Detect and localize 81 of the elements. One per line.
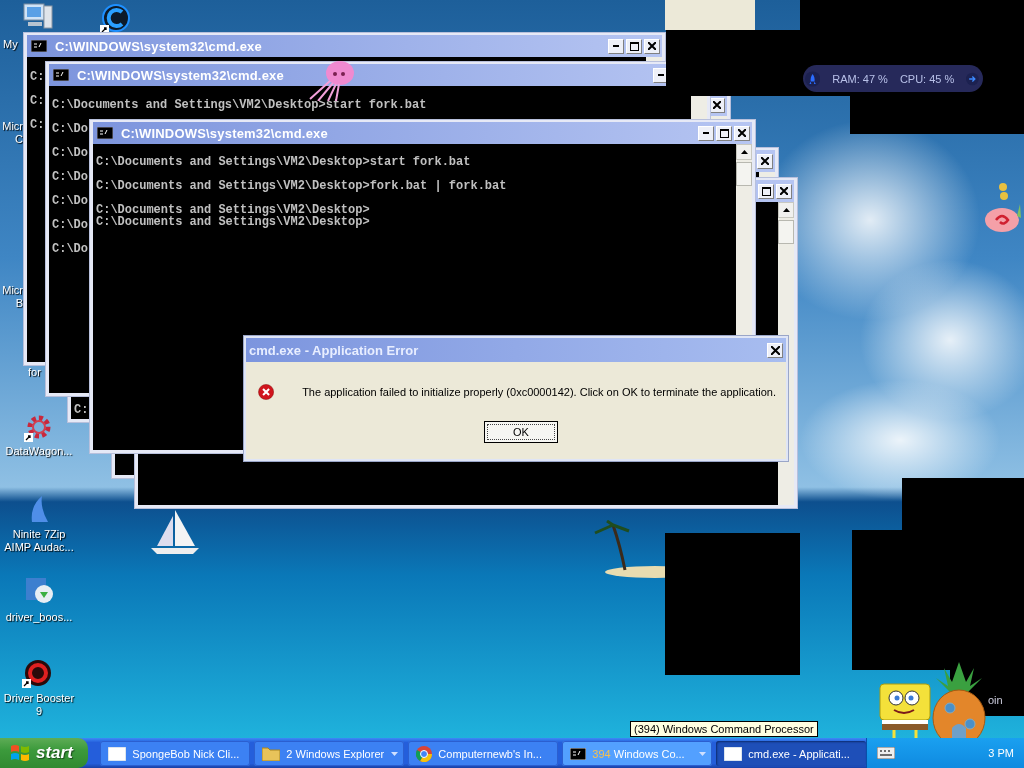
desktop-icon-label[interactable]: DataWagon... <box>0 445 78 458</box>
minimize-icon <box>658 74 664 76</box>
installer-icon[interactable] <box>24 576 56 606</box>
console-icon <box>53 69 69 81</box>
close-button[interactable] <box>776 183 792 199</box>
maximize-icon <box>719 128 729 138</box>
console-line: C:\Documents and Settings\VM2\Desktop>fork.bat | fork.bat <box>96 180 507 192</box>
close-icon <box>648 42 656 50</box>
console-line: C: <box>30 119 45 131</box>
taskbar-button[interactable]: Computernewb's In... <box>408 741 559 766</box>
dialog-title: cmd.exe - Application Error <box>249 342 419 358</box>
console-icon <box>97 127 113 139</box>
scroll-up-button[interactable] <box>736 144 752 160</box>
console-line: C:\Do <box>52 171 88 183</box>
window-icon <box>724 746 743 761</box>
window-title: C:\WINDOWS\system32\cmd.exe <box>55 38 262 54</box>
console-line: C:\Do <box>52 243 88 255</box>
close-icon <box>761 157 769 165</box>
tooltip: (394) Windows Command Processor <box>630 721 818 737</box>
scroll-up-arrow-icon <box>782 208 790 212</box>
console-line: C:\Documents and Settings\VM2\Desktop>start fork.bat <box>96 156 471 168</box>
close-button[interactable] <box>734 125 750 141</box>
ok-button[interactable]: OK <box>484 421 558 443</box>
close-icon <box>738 129 746 137</box>
maximize-button[interactable] <box>716 125 732 141</box>
close-icon <box>780 187 788 195</box>
taskbar-button[interactable]: SpongeBob Nick Cli... <box>100 741 251 766</box>
ram-usage: RAM: 47 % <box>832 72 888 85</box>
console-line: C:\Do <box>52 147 88 159</box>
console-line: C:\Documents and Settings\VM2\Desktop> <box>96 216 370 228</box>
desktop-icon-label[interactable]: My <box>3 38 23 51</box>
folder-icon <box>262 746 281 761</box>
cpu-usage: CPU: 45 % <box>899 72 955 85</box>
desktop-text: oin <box>988 694 1003 706</box>
taskbar-button[interactable]: cmd.exe - Applicati... <box>716 741 867 766</box>
maximize-icon <box>629 41 639 51</box>
desktop-icon-label[interactable]: Ninite 7Zip AIMP Audac... <box>0 528 78 554</box>
taskbar-button[interactable]: 2 Windows Explorer <box>254 741 405 766</box>
window-icon <box>108 746 127 761</box>
maximize-button[interactable] <box>758 183 774 199</box>
desktop-icon-label[interactable]: Micr B <box>0 284 23 310</box>
snail-drawing <box>984 182 1022 234</box>
console-icon <box>570 747 587 760</box>
close-icon <box>713 101 721 109</box>
minimize-icon <box>613 45 619 47</box>
desktop-icon-label[interactable]: Micr C <box>0 120 23 146</box>
window-title: C:\WINDOWS\system32\cmd.exe <box>77 67 284 83</box>
console-line: C:\Do <box>52 219 88 231</box>
close-button[interactable] <box>767 342 783 358</box>
window-title: C:\WINDOWS\system32\cmd.exe <box>121 125 328 141</box>
maximize-button[interactable] <box>626 38 642 54</box>
console-line: C:\Documents and Settings\VM2\Desktop>start fork.bat <box>52 99 427 111</box>
minimize-icon <box>703 132 709 134</box>
desktop-icon-label[interactable]: Driver Booster 9 <box>0 692 78 718</box>
console-line: C: <box>74 404 89 416</box>
scroll-up-button[interactable] <box>778 202 794 218</box>
clock: 3 PM <box>988 747 1014 759</box>
keyboard-icon[interactable] <box>877 747 896 759</box>
minimize-button[interactable] <box>608 38 624 54</box>
close-button[interactable] <box>644 38 660 54</box>
scroll-thumb[interactable] <box>736 162 752 186</box>
taskbar-button[interactable]: 394 Windows Co... <box>562 741 713 766</box>
console-line: C:\Do <box>52 123 88 135</box>
desktop-icon-label[interactable]: for <box>28 366 46 379</box>
maximize-icon <box>761 186 771 196</box>
console-line: C: <box>30 71 45 83</box>
close-button[interactable] <box>757 153 773 169</box>
console-line: C:\Do <box>52 195 88 207</box>
scroll-up-arrow-icon <box>740 150 748 154</box>
error-message: The application failed to initialize properly (0xc0000142). Click on OK to terminate the application. <box>302 386 776 398</box>
scroll-thumb[interactable] <box>778 220 794 244</box>
booster-icon[interactable] <box>22 658 54 688</box>
computer-icon[interactable] <box>22 2 54 32</box>
console-line: C: <box>30 95 45 107</box>
browser-icon <box>416 745 433 762</box>
start-button[interactable]: start <box>0 738 89 768</box>
windows-logo-icon <box>10 744 30 762</box>
desktop-icon-label[interactable]: driver_boos... <box>0 611 78 624</box>
minimize-button[interactable] <box>698 125 714 141</box>
console-line: C:\Documents and Settings\VM2\Desktop> <box>96 204 370 216</box>
console-icon <box>31 40 47 52</box>
